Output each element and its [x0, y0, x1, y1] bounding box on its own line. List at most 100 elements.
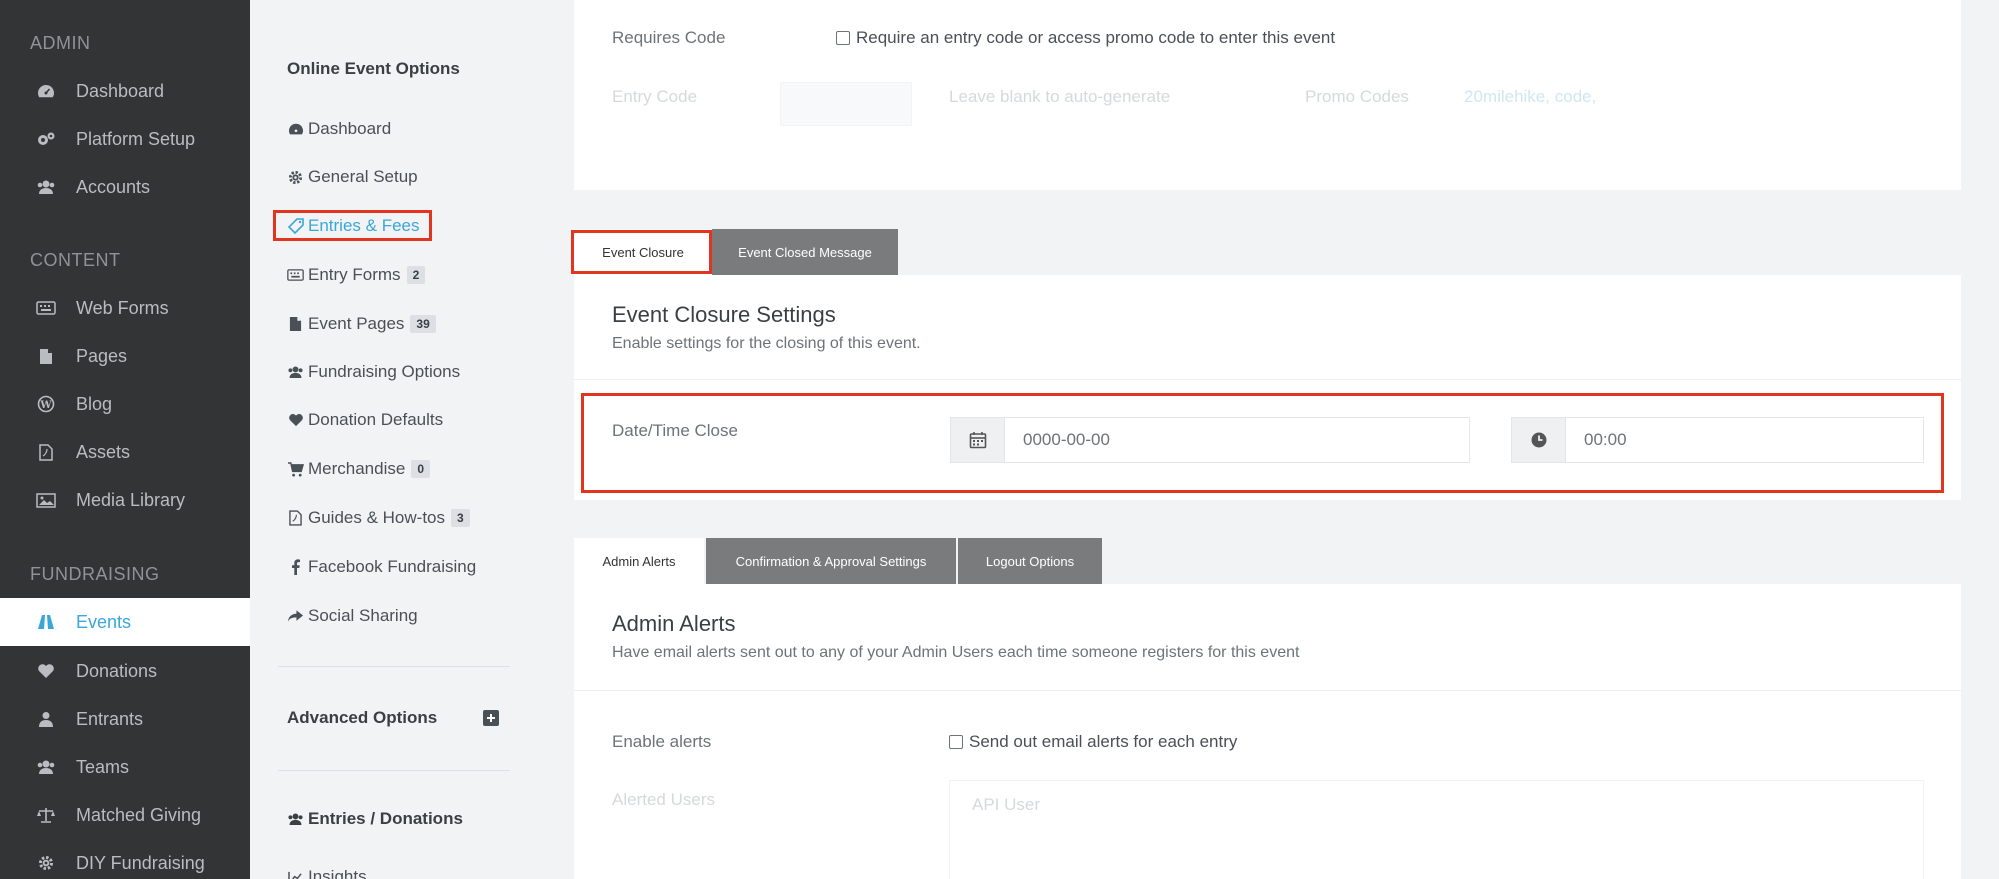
requires-code-label: Requires Code — [612, 28, 726, 47]
alerted-users-label: Alerted Users — [612, 790, 715, 809]
promo-codes-list: 20milehike, code, — [1464, 87, 1597, 106]
code-panel: Requires Code Require an entry code or a… — [574, 0, 1961, 190]
sidebar-section-fundraising: FUNDRAISING — [30, 564, 160, 584]
user-icon — [36, 711, 56, 727]
pdf-icon — [287, 510, 304, 527]
entry-code-input[interactable] — [780, 82, 912, 126]
enable-alerts-label: Enable alerts — [612, 732, 712, 751]
menu-item-merchandise[interactable]: Merchandise 0 — [287, 456, 431, 482]
sidebar-item-label: Dashboard — [76, 80, 165, 101]
promo-code-link[interactable]: 20milehike — [1464, 87, 1545, 106]
sidebar-section-content: CONTENT — [30, 250, 121, 270]
entry-code-hint: Leave blank to auto-generate — [949, 87, 1171, 106]
admin-sidebar: ADMIN Dashboard Platform Setup Accounts … — [0, 0, 250, 879]
menu-item-social-sharing[interactable]: Social Sharing — [287, 603, 418, 629]
tab-confirmation-approval-settings[interactable]: Confirmation & Approval Settings — [706, 538, 956, 584]
chart-icon — [287, 869, 304, 879]
menu-item-event-pages[interactable]: Event Pages 39 — [287, 311, 436, 337]
gear-icon — [36, 855, 56, 871]
sidebar-section-admin: ADMIN — [30, 33, 91, 53]
tab-admin-alerts[interactable]: Admin Alerts — [574, 538, 704, 584]
menu-item-entry-forms[interactable]: Entry Forms 2 — [287, 262, 426, 288]
tab-logout-options[interactable]: Logout Options — [958, 538, 1102, 584]
gear-icon — [287, 169, 304, 186]
sidebar-item-label: Pages — [76, 345, 128, 366]
dashboard-icon — [287, 121, 304, 138]
tab-event-closed-message[interactable]: Event Closed Message — [712, 229, 898, 275]
pdf-icon — [36, 443, 56, 461]
menu-item-guides-how-tos[interactable]: Guides & How-tos 3 — [287, 505, 470, 531]
enable-alerts-checkbox[interactable] — [949, 735, 963, 749]
sidebar-item-teams[interactable]: Teams — [0, 743, 250, 791]
sidebar-item-label: Matched Giving — [76, 804, 202, 825]
wordpress-icon: W — [36, 395, 56, 413]
expand-plus-icon[interactable] — [483, 710, 499, 726]
promo-code-link[interactable]: code — [1555, 87, 1592, 106]
sidebar-item-label: Events — [76, 611, 132, 632]
close-date-input[interactable]: 0000-00-00 — [1005, 418, 1469, 462]
menu-divider — [278, 666, 510, 667]
closure-panel: Event Closure Settings Enable settings f… — [574, 275, 1961, 500]
panel-divider — [574, 379, 1961, 380]
clock-icon[interactable] — [1512, 418, 1566, 462]
sidebar-item-pages[interactable]: Pages — [0, 332, 250, 380]
sidebar-item-blog[interactable]: W Blog — [0, 380, 250, 428]
closure-subtitle: Enable settings for the closing of this … — [612, 335, 921, 352]
admin-alerts-panel: Admin Alerts Have email alerts sent out … — [574, 584, 1961, 879]
sidebar-item-label: Accounts — [76, 176, 151, 197]
sidebar-item-media-library[interactable]: Media Library — [0, 476, 250, 524]
menu-heading: Online Event Options — [287, 59, 460, 78]
sidebar-item-donations[interactable]: Donations — [0, 647, 250, 695]
keyboard-icon — [287, 267, 304, 284]
count-badge: 39 — [410, 315, 436, 333]
tab-event-closure[interactable]: Event Closure — [574, 229, 712, 275]
users-icon — [287, 364, 304, 381]
heart-icon — [287, 412, 304, 429]
alerted-users-select[interactable]: API User — [949, 780, 1924, 879]
entries-donations-heading[interactable]: Entries / Donations — [287, 806, 463, 832]
entry-code-label: Entry Code — [612, 87, 698, 106]
sidebar-item-accounts[interactable]: Accounts — [0, 163, 250, 211]
requires-code-checkbox[interactable] — [836, 31, 850, 45]
users-icon — [36, 179, 56, 195]
facebook-icon — [287, 559, 304, 576]
promo-codes-label: Promo Codes — [1305, 87, 1409, 106]
ticket-icon — [287, 218, 304, 235]
menu-item-entries-fees[interactable]: Entries & Fees — [287, 213, 420, 239]
share-icon — [287, 608, 304, 625]
enable-alerts-checkbox-row[interactable]: Send out email alerts for each entry — [949, 732, 1237, 752]
menu-item-dashboard[interactable]: Dashboard — [287, 116, 391, 142]
menu-divider — [278, 770, 510, 771]
sidebar-item-label: Entrants — [76, 708, 144, 729]
alerted-user-option: API User — [972, 795, 1041, 814]
sidebar-item-web-forms[interactable]: Web Forms — [0, 284, 250, 332]
menu-item-general-setup[interactable]: General Setup — [287, 164, 418, 190]
sidebar-item-matched-giving[interactable]: Matched Giving — [0, 791, 250, 839]
sidebar-item-dashboard[interactable]: Dashboard — [0, 67, 250, 115]
close-time-input-group[interactable]: 00:00 — [1511, 417, 1924, 463]
calendar-icon[interactable] — [951, 418, 1005, 462]
menu-item-facebook-fundraising[interactable]: Facebook Fundraising — [287, 554, 476, 580]
cart-icon — [287, 461, 304, 478]
advanced-options-heading[interactable]: Advanced Options — [287, 708, 437, 728]
menu-item-fundraising-options[interactable]: Fundraising Options — [287, 359, 460, 385]
close-time-input[interactable]: 00:00 — [1566, 418, 1923, 462]
file-icon — [36, 348, 56, 365]
sidebar-item-platform-setup[interactable]: Platform Setup — [0, 115, 250, 163]
event-options-menu: Online Event Options Dashboard General S… — [250, 0, 536, 879]
sidebar-item-entrants[interactable]: Entrants — [0, 695, 250, 743]
sidebar-item-label: Assets — [76, 441, 131, 462]
sidebar-item-events[interactable]: Events — [0, 598, 250, 646]
sidebar-item-assets[interactable]: Assets — [0, 428, 250, 476]
users-icon — [36, 759, 56, 775]
count-badge: 2 — [406, 266, 426, 284]
gears-icon — [36, 131, 56, 147]
requires-code-checkbox-row[interactable]: Require an entry code or access promo co… — [836, 28, 1335, 48]
panel-divider — [574, 690, 1961, 691]
close-date-input-group[interactable]: 0000-00-00 — [950, 417, 1470, 463]
sidebar-item-diy-fundraising[interactable]: DIY Fundraising — [0, 839, 250, 879]
menu-item-insights[interactable]: Insights — [287, 864, 367, 879]
sidebar-item-label: DIY Fundraising — [76, 852, 205, 873]
menu-item-donation-defaults[interactable]: Donation Defaults — [287, 407, 443, 433]
road-icon — [36, 614, 56, 630]
